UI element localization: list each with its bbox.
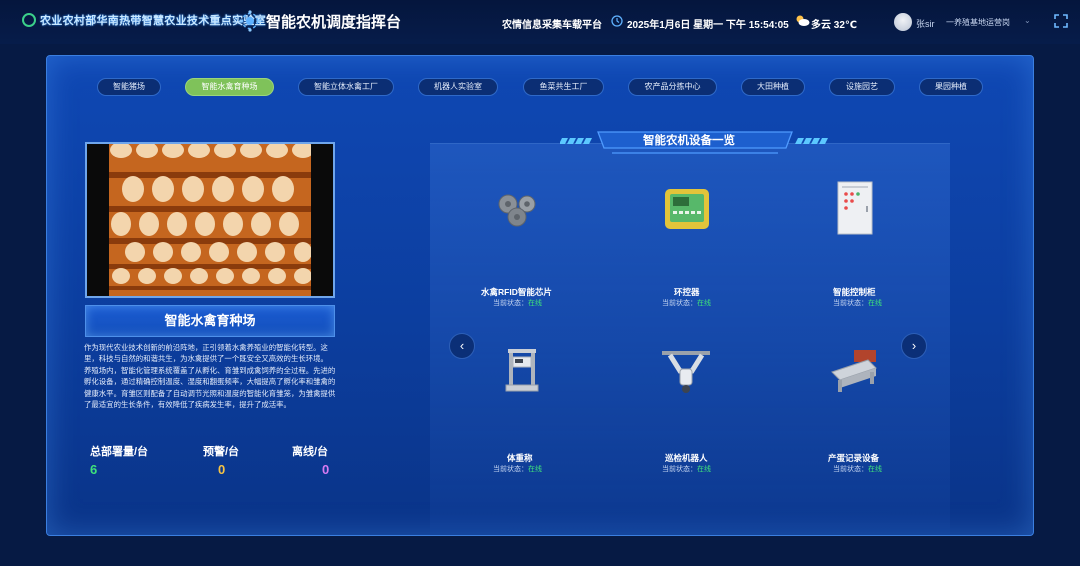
device-name-weighing-scale: 体重称 [507, 453, 533, 463]
device-name-environment-controller: 环控器 [674, 287, 700, 297]
stat-total-label: 总部署量/台 [90, 446, 149, 458]
device-status-environment-controller: 当前状态：在线 [662, 300, 711, 307]
device-name-inspection-robot: 巡检机器人 [665, 453, 708, 463]
stat-warning-label: 预警/台 [203, 446, 240, 458]
tab-vertical-waterfowl-factory[interactable]: 智能立体水禽工厂 [298, 78, 394, 96]
device-status-smart-control-cabinet: 当前状态：在线 [833, 300, 882, 307]
org-seal-icon [22, 13, 36, 27]
stat-offline-label: 离线/台 [292, 446, 329, 458]
farm-description: 作为现代农业技术创新的前沿阵地，正引领着水禽养殖业的智能化转型。这里，科技与自然… [84, 342, 338, 410]
farm-description-paragraph: 养殖场内，智能化管理系统覆盖了从孵化、育雏到成禽饲养的全过程。先进的孵化设备，通… [84, 365, 336, 410]
device-name-rfid-chip: 水禽RFID智能芯片 [481, 287, 552, 297]
datetime: 2025年1月6日 星期一 下午 15:54:05 [627, 20, 789, 31]
farm-title: 智能水禽育种场 [85, 305, 335, 337]
device-status-egg-recording-device: 当前状态：在线 [833, 466, 882, 473]
stat-total-value: 6 [90, 462, 98, 477]
tab-smart-pig-farm[interactable]: 智能猪场 [97, 78, 161, 96]
tab-facility-horticulture[interactable]: 设施园艺 [829, 78, 895, 96]
org-logo: 农业农村部华南热带智慧农业技术重点实验室 [22, 12, 266, 28]
fullscreen-icon[interactable] [1054, 14, 1068, 28]
tab-robot-lab[interactable]: 机器人实验室 [418, 78, 498, 96]
app-logo-icon [239, 10, 261, 32]
smart-control-cabinet-image[interactable] [834, 180, 876, 236]
egg-tray-image [109, 144, 311, 296]
egg-recording-device-image[interactable] [828, 346, 880, 396]
tab-smart-waterfowl-breeding[interactable]: 智能水禽育种场 [185, 78, 274, 96]
farm-description-paragraph: 作为现代农业技术创新的前沿阵地，正引领着水禽养殖业的智能化转型。这里，科技与自然… [84, 343, 328, 364]
user-role-select[interactable]: 一养殖基地运营岗 [946, 17, 1010, 28]
chevron-down-icon[interactable]: ⌄ [1024, 16, 1031, 25]
weather: 多云 32℃ [811, 20, 858, 31]
prev-button[interactable]: ‹ [449, 333, 475, 359]
clock-icon [611, 15, 623, 27]
stat-warning-value: 0 [218, 462, 226, 477]
device-status-inspection-robot: 当前状态：在线 [662, 466, 711, 473]
org-name: 农业农村部华南热带智慧农业技术重点实验室 [40, 15, 266, 27]
equipment-title: 智能农机设备一览 [643, 135, 735, 147]
top-bar: 农业农村部华南热带智慧农业技术重点实验室 智能农机调度指挥台 农情信息采集车载平… [0, 0, 1080, 44]
weighing-scale-image[interactable] [502, 345, 542, 397]
avatar[interactable] [894, 13, 912, 31]
device-status-rfid-chip: 当前状态：在线 [493, 300, 542, 307]
device-name-smart-control-cabinet: 智能控制柜 [833, 287, 876, 297]
rfid-chip-image[interactable] [494, 190, 542, 230]
environment-controller-image[interactable] [663, 187, 711, 231]
partly-cloudy-icon [796, 15, 810, 26]
device-name-egg-recording-device: 产蛋记录设备 [828, 453, 880, 463]
user-name[interactable]: 张sir [916, 17, 935, 30]
inspection-robot-image[interactable] [660, 345, 712, 397]
tab-field-planting[interactable]: 大田种植 [741, 78, 805, 96]
device-status-weighing-scale: 当前状态：在线 [493, 466, 542, 473]
tab-aquaponics-factory[interactable]: 鱼菜共生工厂 [523, 78, 604, 96]
farm-video[interactable] [85, 142, 335, 298]
tab-produce-sorting-center[interactable]: 农产品分拣中心 [628, 78, 717, 96]
stat-offline-value: 0 [322, 462, 330, 477]
tab-orchard-planting[interactable]: 果园种植 [919, 78, 983, 96]
platform-label[interactable]: 农情信息采集车载平台 [502, 16, 602, 31]
app-title: 智能农机调度指挥台 [266, 14, 402, 31]
next-button[interactable]: › [901, 333, 927, 359]
